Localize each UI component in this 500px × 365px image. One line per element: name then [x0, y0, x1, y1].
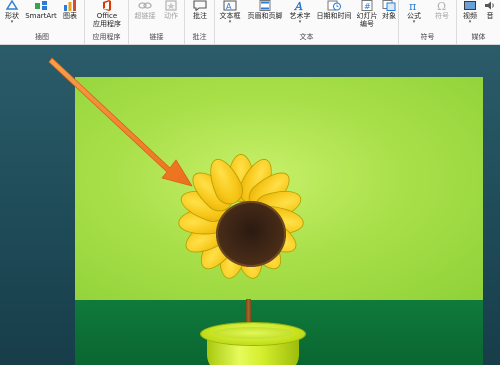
- video-icon: [463, 0, 477, 11]
- audio-button[interactable]: 音: [481, 0, 499, 33]
- date-time-button[interactable]: 日期和时间: [313, 0, 355, 33]
- action-button[interactable]: 动作: [159, 0, 183, 33]
- group-comments: 批注 批注: [185, 0, 215, 44]
- symbol-icon: Ω: [435, 0, 449, 13]
- sunflower-seed-disk: [216, 201, 286, 267]
- office-apps-label: Office: [96, 12, 118, 20]
- smartart-label: SmartArt: [25, 12, 57, 20]
- slide-number-button[interactable]: # 幻灯片 编号: [355, 0, 379, 33]
- object-button[interactable]: 对象: [379, 0, 399, 33]
- hyperlink-label: 超链接: [134, 12, 156, 20]
- wordart-button[interactable]: A 艺术字 ▾: [287, 0, 313, 33]
- action-icon: [164, 0, 178, 11]
- group-symbols: π 公式 ▾ Ω 符号 符号: [399, 0, 457, 44]
- object-icon: [382, 0, 396, 11]
- shapes-icon: [5, 0, 19, 11]
- group-label-links: 链接: [149, 33, 164, 41]
- slide-number-label: 幻灯片: [356, 12, 378, 20]
- group-apps: Office 应用程序 应用程序: [85, 0, 129, 44]
- chevron-down-icon: ▾: [412, 19, 416, 25]
- svg-text:A: A: [226, 2, 232, 11]
- group-label-text: 文本: [299, 33, 314, 41]
- group-label-symbols: 符号: [420, 33, 435, 41]
- comment-label: 批注: [193, 12, 207, 20]
- hyperlink-button[interactable]: 超链接: [131, 0, 159, 33]
- header-footer-label: 页眉和页脚: [247, 12, 283, 20]
- equation-icon: π: [407, 0, 421, 13]
- chart-label: 图表: [63, 12, 77, 20]
- slide-number-icon: #: [360, 0, 374, 11]
- symbol-label: 符号: [435, 12, 449, 20]
- slide-number-label-2: 编号: [360, 20, 374, 28]
- audio-icon: [483, 0, 497, 11]
- group-label-media: 媒体: [471, 33, 486, 41]
- textbox-button[interactable]: A 文本框 ▾: [217, 0, 243, 33]
- smartart-icon: [34, 0, 48, 11]
- slide-editing-workspace[interactable]: [0, 45, 500, 365]
- shapes-button[interactable]: 形状 ▾: [0, 0, 24, 33]
- pot-opening: [213, 327, 293, 339]
- header-footer-icon: [258, 0, 272, 11]
- group-label-apps: 应用程序: [92, 33, 121, 41]
- equation-button[interactable]: π 公式 ▾: [401, 0, 427, 33]
- svg-text:π: π: [409, 0, 416, 11]
- group-text: A 文本框 ▾ 页眉和页脚 A 艺术字 ▾ 日期和时间 # 幻灯片 编号 对象 …: [215, 0, 399, 44]
- chart-icon: [63, 0, 77, 11]
- group-illustrations: 形状 ▾ SmartArt 图表 插图: [0, 0, 85, 44]
- ribbon-insert-tab: 形状 ▾ SmartArt 图表 插图 Office 应用程序 应用程序 超链接…: [0, 0, 500, 45]
- wordart-icon: A: [293, 0, 307, 13]
- symbol-button[interactable]: Ω 符号: [429, 0, 455, 33]
- office-icon: [100, 0, 114, 11]
- group-label-comments: 批注: [192, 33, 207, 41]
- chevron-down-icon: ▾: [298, 19, 302, 25]
- group-media: 视频 ▾ 音 媒体: [457, 0, 500, 44]
- smartart-button[interactable]: SmartArt: [24, 0, 58, 33]
- hyperlink-icon: [138, 0, 152, 11]
- header-footer-button[interactable]: 页眉和页脚: [243, 0, 287, 33]
- group-label-illustrations: 插图: [35, 33, 49, 41]
- office-apps-button[interactable]: Office 应用程序: [87, 0, 127, 33]
- chevron-down-icon: ▾: [228, 19, 232, 25]
- textbox-icon: A: [223, 0, 237, 11]
- svg-text:Ω: Ω: [437, 0, 446, 11]
- audio-label: 音: [486, 12, 494, 20]
- object-label: 对象: [382, 12, 396, 20]
- video-button[interactable]: 视频 ▾: [459, 0, 481, 33]
- comment-button[interactable]: 批注: [187, 0, 213, 33]
- group-links: 超链接 动作 链接: [129, 0, 185, 44]
- date-time-icon: [327, 0, 341, 11]
- office-apps-label-2: 应用程序: [93, 20, 121, 28]
- comment-icon: [193, 0, 207, 12]
- chevron-down-icon: ▾: [10, 19, 14, 25]
- chevron-down-icon: ▾: [468, 19, 472, 25]
- date-time-label: 日期和时间: [316, 12, 352, 20]
- svg-text:#: #: [364, 2, 371, 11]
- slide-canvas[interactable]: [75, 77, 483, 365]
- action-label: 动作: [164, 12, 178, 20]
- svg-text:A: A: [294, 0, 303, 11]
- chart-button[interactable]: 图表: [58, 0, 82, 33]
